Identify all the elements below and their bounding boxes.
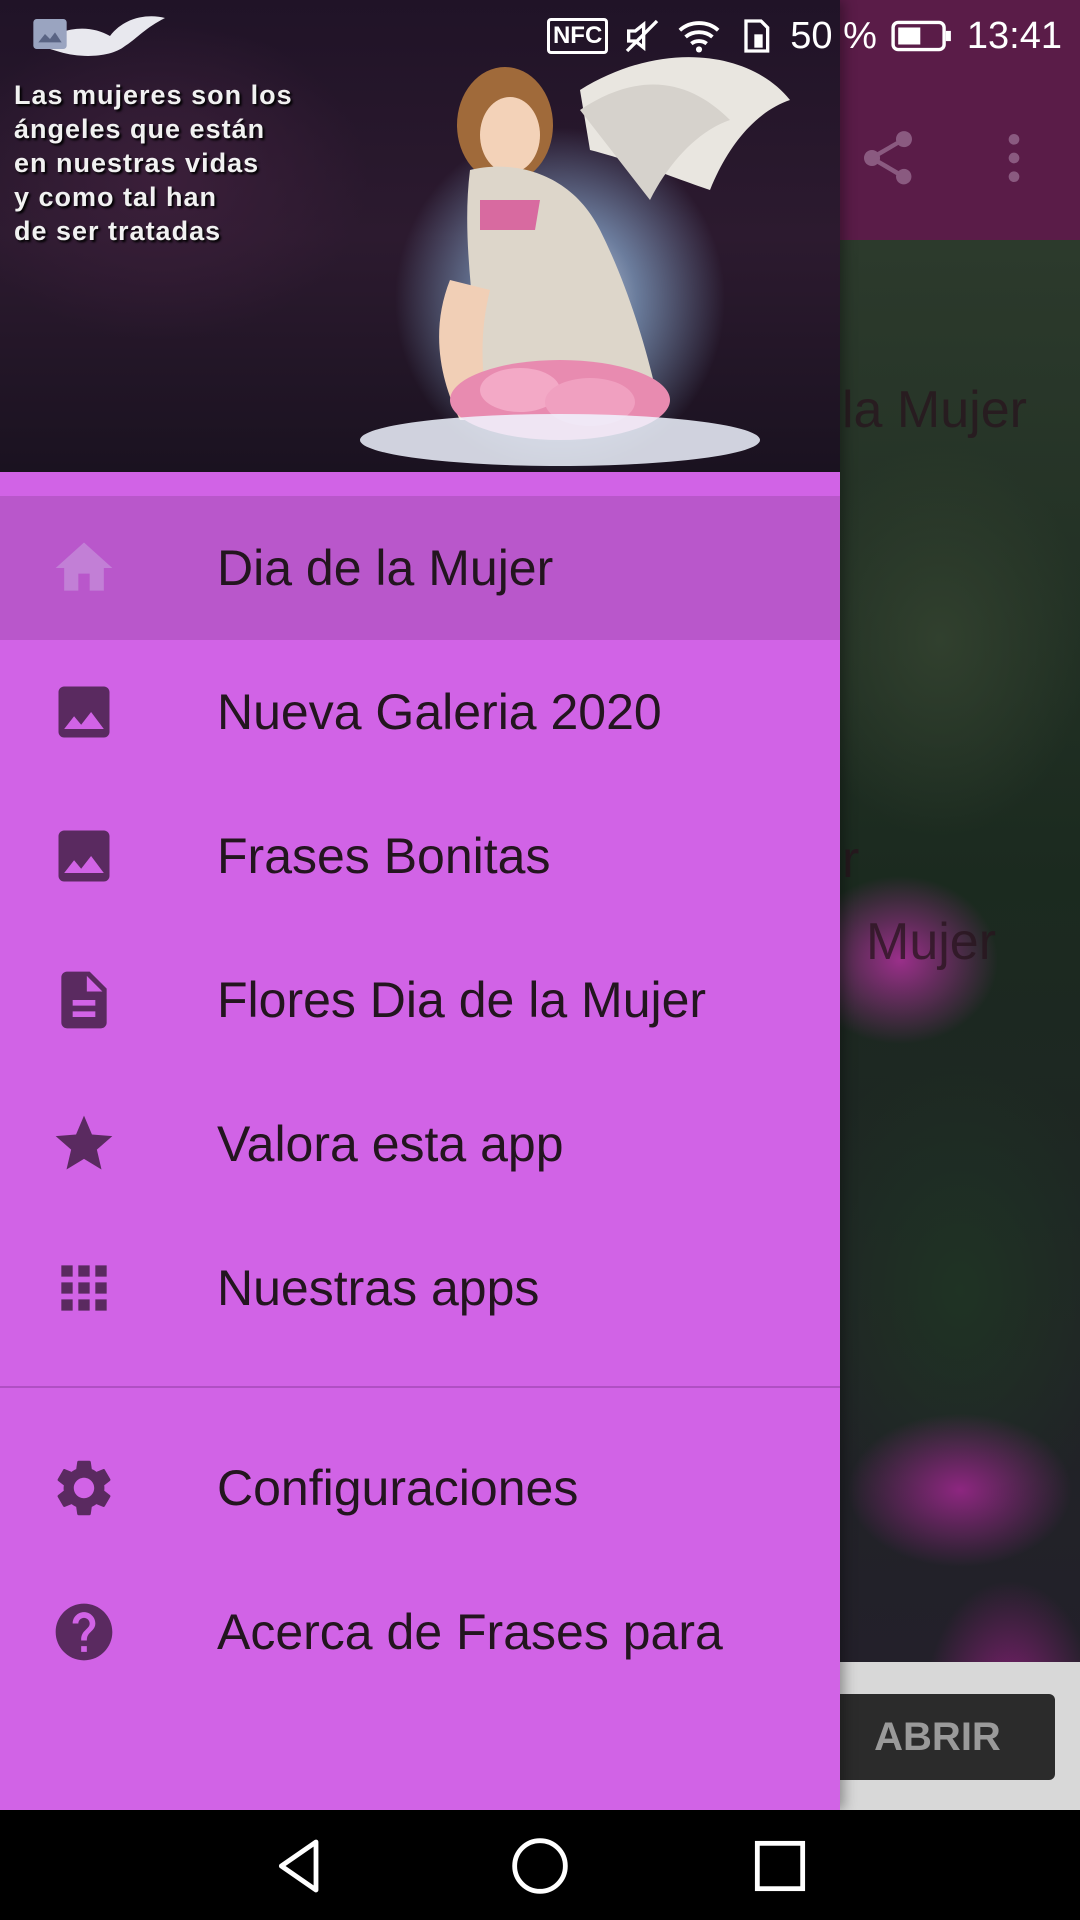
menu-divider <box>0 1386 840 1388</box>
document-icon <box>61 971 107 1029</box>
clock: 13:41 <box>966 14 1062 57</box>
notification-image-icon <box>33 19 67 49</box>
menu-item-label: Nuestras apps <box>217 1260 540 1316</box>
help-icon <box>55 1603 113 1661</box>
battery-icon <box>891 20 951 52</box>
drawer-menu: Dia de la Mujer Nueva Galeria 2020 Frase… <box>0 472 840 1704</box>
screen: la Mujer r Mujer ABRIR Las mujeres son l… <box>0 0 1080 1920</box>
background-text: la Mujer <box>842 381 1027 439</box>
status-icons: NFC 50 % 13:41 <box>546 0 1062 72</box>
menu-item-valora[interactable]: Valora esta app <box>0 1072 840 1216</box>
menu-item-frases-bonitas[interactable]: Frases Bonitas <box>0 784 840 928</box>
menu-item-label: Acerca de Frases para <box>217 1604 723 1660</box>
menu-item-configuraciones[interactable]: Configuraciones <box>0 1416 840 1560</box>
share-icon[interactable] <box>856 126 920 190</box>
menu-item-label: Flores Dia de la Mujer <box>217 972 707 1028</box>
menu-item-label: Nueva Galeria 2020 <box>217 684 662 740</box>
wifi-icon <box>678 21 720 53</box>
more-options-icon[interactable] <box>982 126 1046 190</box>
battery-percentage: 50 % <box>790 14 877 57</box>
menu-item-label: Configuraciones <box>217 1460 579 1516</box>
menu-item-label: Frases Bonitas <box>217 828 551 884</box>
recent-apps-icon[interactable] <box>748 1834 812 1898</box>
menu-item-dia-de-la-mujer[interactable]: Dia de la Mujer <box>0 496 840 640</box>
navigation-drawer: Las mujeres son los ángeles que están en… <box>0 0 840 1810</box>
menu-item-label: Valora esta app <box>217 1116 564 1172</box>
image-icon <box>58 830 110 882</box>
sim-card-icon <box>744 19 770 53</box>
open-button[interactable]: ABRIR <box>820 1694 1055 1780</box>
header-quote: Las mujeres son los ángeles que están en… <box>14 80 293 246</box>
silent-mode-icon <box>626 19 659 53</box>
apps-grid-icon <box>61 1265 107 1311</box>
status-bar: NFC 50 % 13:41 <box>0 0 1080 72</box>
menu-item-nueva-galeria[interactable]: Nueva Galeria 2020 <box>0 640 840 784</box>
home-button-icon[interactable] <box>508 1834 572 1898</box>
background-text: Mujer <box>866 913 997 971</box>
background-text: r <box>842 831 860 889</box>
menu-item-nuestras-apps[interactable]: Nuestras apps <box>0 1216 840 1360</box>
nfc-icon: NFC <box>546 18 609 54</box>
menu-item-acerca-de[interactable]: Acerca de Frases para <box>0 1560 840 1704</box>
star-icon <box>55 1115 113 1170</box>
menu-item-flores[interactable]: Flores Dia de la Mujer <box>0 928 840 1072</box>
home-icon <box>55 542 113 591</box>
image-icon <box>58 686 110 738</box>
gear-icon <box>57 1460 111 1516</box>
back-icon[interactable] <box>268 1834 332 1898</box>
menu-item-label: Dia de la Mujer <box>217 540 554 596</box>
system-nav-bar <box>0 1810 1080 1920</box>
